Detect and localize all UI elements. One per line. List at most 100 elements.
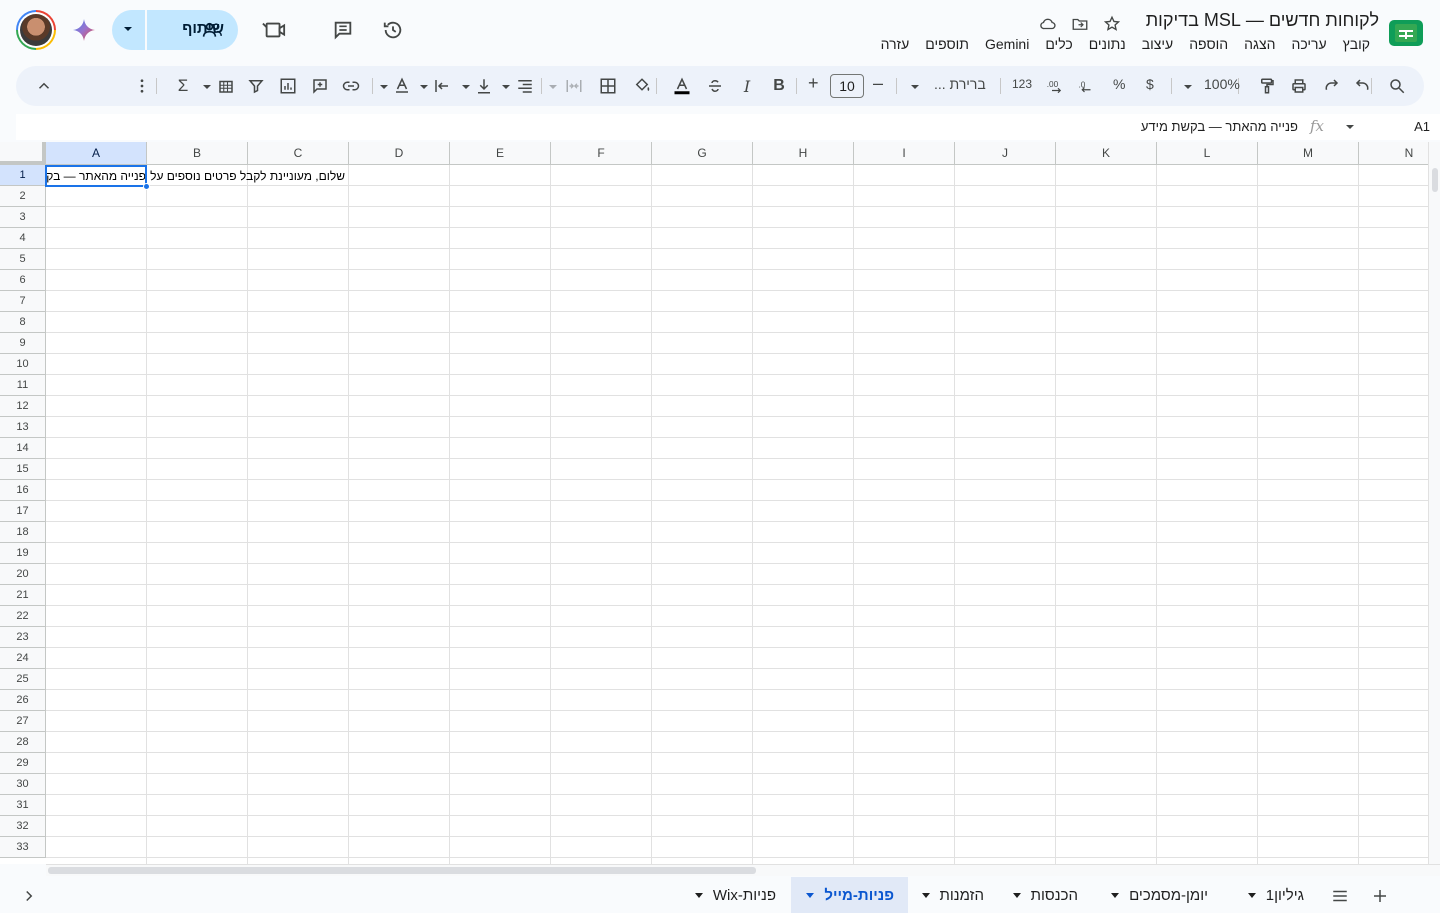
comments-icon[interactable]: [331, 18, 355, 42]
account-avatar[interactable]: [16, 10, 56, 50]
font-size-input[interactable]: 10: [830, 74, 864, 98]
row-header[interactable]: 1: [0, 165, 46, 186]
print-icon[interactable]: [1287, 74, 1311, 98]
add-sheet-icon[interactable]: [1371, 887, 1389, 905]
document-title[interactable]: לקוחות חדשים — MSL בדיקות: [1146, 10, 1379, 31]
insert-chart-icon[interactable]: [276, 74, 300, 98]
percent-format-button[interactable]: %: [1113, 76, 1125, 92]
sheet-tab-6[interactable]: פניות-Wix: [694, 877, 776, 913]
fill-color-icon[interactable]: [630, 74, 654, 98]
sheet-tab-3[interactable]: הכנסות: [1012, 877, 1078, 913]
row-header[interactable]: 12: [0, 396, 46, 417]
spreadsheet-grid[interactable]: ABCDEFGHIJKLMN 1 2 3 4 5 6 7 8 9 10 11 12 13 14 15 16 17…: [0, 142, 1428, 864]
wrap-dropdown-icon[interactable]: [420, 85, 428, 89]
number-format-button[interactable]: 123: [1012, 77, 1032, 91]
search-menus-icon[interactable]: [1385, 74, 1409, 98]
vertical-scrollbar[interactable]: [1428, 142, 1440, 864]
menu-extensions[interactable]: תוספים: [917, 36, 977, 56]
font-dropdown-icon[interactable]: [911, 85, 919, 89]
row-header[interactable]: 16: [0, 480, 46, 501]
fill-handle[interactable]: [143, 183, 150, 190]
row-header[interactable]: 17: [0, 501, 46, 522]
menu-insert[interactable]: הוספה: [1181, 36, 1236, 56]
menu-gemini[interactable]: Gemini: [977, 36, 1037, 56]
row-header[interactable]: 25: [0, 669, 46, 690]
cell-b1[interactable]: שלום, מעוניינת לקבל פרטים נוספים על: [147, 169, 345, 183]
horizontal-align-icon[interactable]: [513, 74, 537, 98]
halign-dropdown-icon[interactable]: [502, 85, 510, 89]
insert-link-icon[interactable]: [339, 74, 363, 98]
sheet-tab-dropdown-icon[interactable]: [1111, 892, 1120, 898]
collapse-toolbar-icon[interactable]: [32, 74, 56, 98]
horizontal-scroll-thumb[interactable]: [48, 867, 756, 874]
filter-views-icon[interactable]: [214, 74, 238, 98]
share-button[interactable]: שיתוף: [112, 10, 238, 50]
font-family-select[interactable]: ברירת ...: [934, 76, 986, 92]
row-header[interactable]: 2: [0, 186, 46, 207]
rotation-dropdown-icon[interactable]: [380, 85, 388, 89]
currency-format-button[interactable]: $: [1146, 76, 1154, 92]
row-header[interactable]: 7: [0, 291, 46, 312]
increase-decimal-icon[interactable]: .00: [1043, 74, 1067, 98]
row-header[interactable]: 24: [0, 648, 46, 669]
paint-format-icon[interactable]: [1255, 74, 1279, 98]
row-header[interactable]: 13: [0, 417, 46, 438]
borders-icon[interactable]: [596, 74, 620, 98]
row-header[interactable]: 28: [0, 732, 46, 753]
row-header[interactable]: 22: [0, 606, 46, 627]
menu-file[interactable]: קובץ: [1335, 36, 1378, 56]
decrease-decimal-icon[interactable]: .0: [1074, 74, 1098, 98]
insert-comment-icon[interactable]: [308, 74, 332, 98]
filter-icon[interactable]: [244, 74, 268, 98]
sheet-tab-dropdown-icon[interactable]: [1247, 892, 1256, 898]
column-header[interactable]: L: [1157, 142, 1258, 165]
column-header[interactable]: A: [46, 142, 147, 165]
menu-edit[interactable]: עריכה: [1283, 36, 1334, 56]
row-header[interactable]: 18: [0, 522, 46, 543]
sheet-tab-dropdown-icon[interactable]: [694, 892, 703, 898]
column-header[interactable]: F: [551, 142, 652, 165]
strikethrough-icon[interactable]: [703, 74, 727, 98]
column-header[interactable]: M: [1258, 142, 1359, 165]
share-dropdown-icon[interactable]: [124, 27, 132, 31]
all-sheets-menu-icon[interactable]: [1331, 887, 1349, 905]
sheet-tab-dropdown-icon[interactable]: [921, 892, 930, 898]
row-header[interactable]: 23: [0, 627, 46, 648]
sheet-tab-1[interactable]: גיליון1: [1247, 877, 1304, 913]
sheet-tab-2[interactable]: יומן-מסמכים: [1111, 877, 1208, 913]
column-header[interactable]: B: [147, 142, 248, 165]
text-color-icon[interactable]: [670, 74, 694, 98]
column-header[interactable]: G: [652, 142, 753, 165]
row-header[interactable]: 19: [0, 543, 46, 564]
zoom-dropdown-icon[interactable]: [1184, 85, 1192, 89]
column-header[interactable]: K: [1056, 142, 1157, 165]
text-wrapping-icon[interactable]: [430, 74, 454, 98]
name-box[interactable]: A1: [1414, 119, 1430, 134]
row-header[interactable]: 30: [0, 774, 46, 795]
row-header[interactable]: 29: [0, 753, 46, 774]
column-header[interactable]: N: [1359, 142, 1428, 165]
row-header[interactable]: 5: [0, 249, 46, 270]
row-header[interactable]: 10: [0, 354, 46, 375]
valign-dropdown-icon[interactable]: [462, 85, 470, 89]
row-header[interactable]: 20: [0, 564, 46, 585]
row-header[interactable]: 4: [0, 228, 46, 249]
row-header[interactable]: 9: [0, 333, 46, 354]
vertical-scroll-thumb[interactable]: [1432, 168, 1438, 192]
sheet-tab-active[interactable]: פניות-מייל: [791, 877, 908, 913]
row-header[interactable]: 15: [0, 459, 46, 480]
text-rotation-icon[interactable]: [390, 74, 414, 98]
menu-format[interactable]: עיצוב: [1134, 36, 1181, 56]
move-folder-icon[interactable]: [1070, 14, 1090, 34]
column-header[interactable]: C: [248, 142, 349, 165]
menu-help[interactable]: עזרה: [873, 36, 918, 56]
row-header[interactable]: 11: [0, 375, 46, 396]
menu-view[interactable]: הצגה: [1236, 36, 1283, 56]
menu-tools[interactable]: כלים: [1037, 36, 1080, 56]
row-header[interactable]: 14: [0, 438, 46, 459]
horizontal-scrollbar[interactable]: [46, 864, 1440, 876]
select-all-corner[interactable]: [0, 142, 46, 165]
redo-icon[interactable]: [1319, 74, 1343, 98]
row-header[interactable]: 3: [0, 207, 46, 228]
scroll-tabs-icon[interactable]: [20, 887, 38, 905]
